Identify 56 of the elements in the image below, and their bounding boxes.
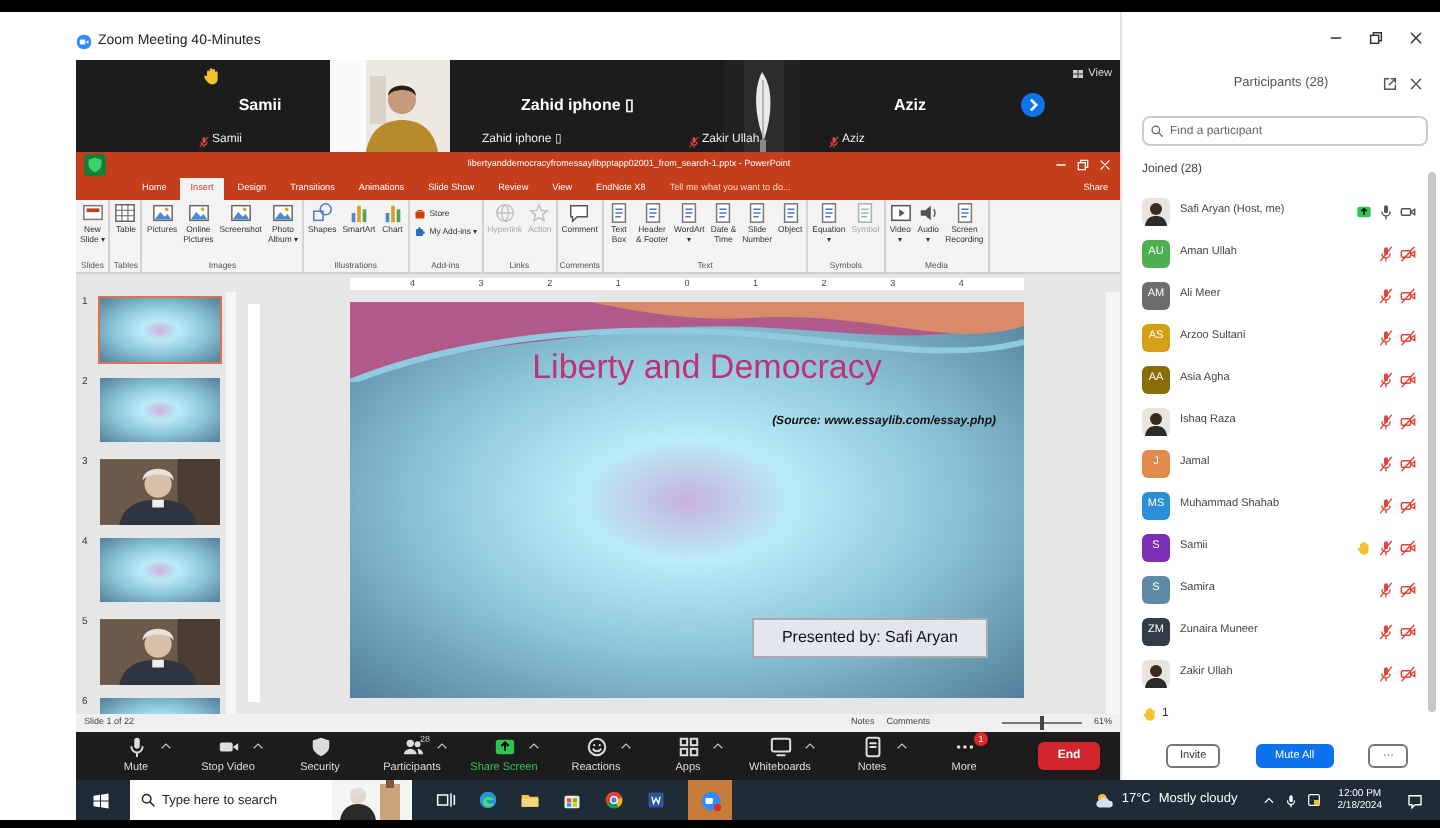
scrollbar[interactable]	[1106, 292, 1120, 714]
star-icon	[528, 202, 551, 224]
participant-name: Samii	[236, 94, 284, 118]
presenter-box: Presented by: Safi Aryan	[751, 618, 988, 658]
puzzle-icon	[413, 226, 426, 238]
minimize-icon[interactable]	[1054, 158, 1068, 172]
shield-icon	[309, 735, 331, 758]
mic-icon	[125, 735, 147, 758]
pop-out-icon[interactable]	[1382, 76, 1398, 92]
slide-title: Liberty and Democracy	[530, 346, 884, 390]
monitor-icon	[769, 735, 791, 758]
document-app-icon[interactable]	[646, 790, 666, 810]
close-icon[interactable]	[1408, 30, 1424, 46]
slide-thumbnail[interactable]	[98, 536, 222, 604]
tray-app-icon[interactable]	[1305, 792, 1322, 808]
avatar-icon	[1142, 197, 1170, 225]
task-view-icon[interactable]	[436, 790, 456, 810]
close-icon[interactable]	[1408, 76, 1424, 92]
slide-thumbnail[interactable]	[98, 616, 222, 684]
avatar-icon	[1142, 659, 1170, 687]
cloud-icon	[1093, 790, 1114, 810]
slide-thumbnail[interactable]	[98, 376, 222, 444]
page-icon	[854, 202, 877, 224]
store-icon	[413, 208, 426, 220]
avatar-icon	[1142, 407, 1170, 435]
chart-icon	[347, 202, 370, 224]
slide-thumbnail[interactable]	[98, 296, 222, 364]
speaker-icon	[917, 202, 940, 224]
note-icon	[861, 735, 883, 758]
video-app-icon[interactable]	[699, 789, 721, 811]
windows-logo-icon[interactable]	[92, 791, 110, 809]
slide-thumbnail[interactable]	[98, 456, 222, 524]
participant-name: Zahid iphone ▯	[519, 94, 635, 118]
shapes-icon	[311, 202, 334, 224]
participant-name: Aziz	[892, 94, 928, 118]
view-grid-icon	[1072, 68, 1085, 81]
apps-icon	[677, 735, 699, 758]
mic-icon[interactable]	[1283, 793, 1298, 807]
share-screen-icon	[493, 735, 515, 758]
shield-icon	[84, 154, 106, 176]
notification-icon[interactable]	[1406, 791, 1424, 809]
zoom-logo-icon	[76, 34, 92, 50]
people-icon	[401, 735, 423, 758]
smiley-icon	[585, 735, 607, 758]
search-icon	[140, 792, 156, 808]
globe-icon	[493, 202, 516, 224]
browser-swirl-icon[interactable]	[478, 790, 498, 810]
restore-icon[interactable]	[1368, 30, 1384, 46]
chevron-up-icon[interactable]	[1261, 793, 1276, 807]
search-icon	[1150, 124, 1164, 138]
folder-icon[interactable]	[520, 790, 540, 810]
chart-icon	[381, 202, 404, 224]
raised-hand-icon	[1142, 706, 1158, 722]
zoom-slider-thumb[interactable]	[1039, 716, 1044, 730]
store-bag-icon[interactable]	[562, 790, 582, 810]
browser-circle-icon[interactable]	[604, 790, 624, 810]
